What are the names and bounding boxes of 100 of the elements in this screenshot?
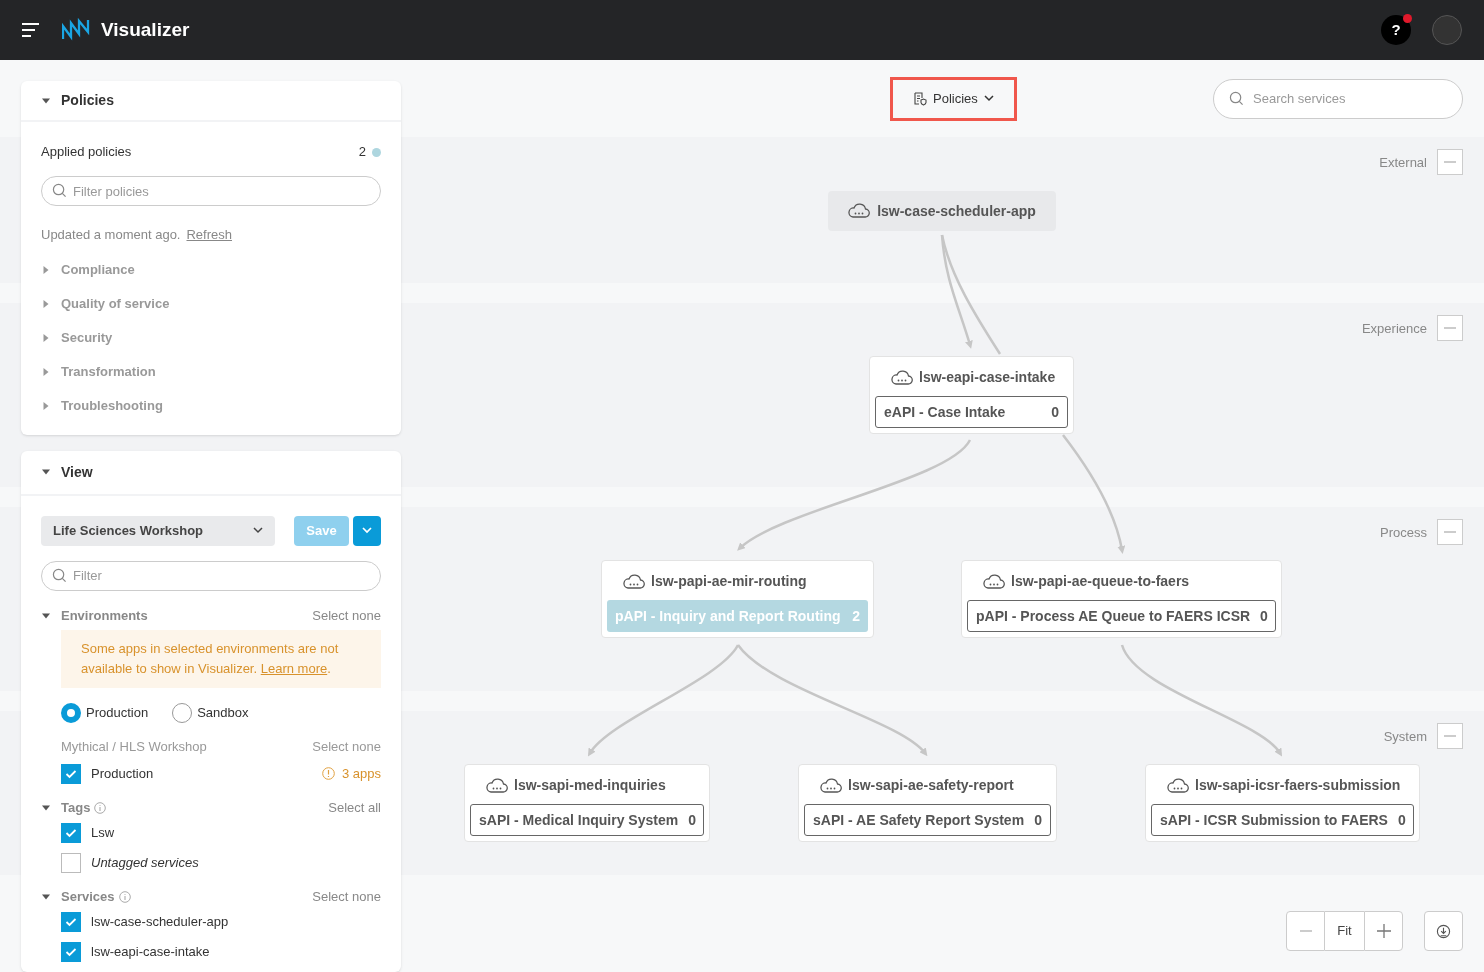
group-title: Mythical / HLS Workshop bbox=[61, 737, 207, 756]
chevron-down-icon bbox=[253, 527, 263, 534]
checkbox-label[interactable]: lsw-case-scheduler-app bbox=[91, 911, 229, 932]
collapse-button[interactable] bbox=[1437, 149, 1463, 175]
zoom-out-button[interactable] bbox=[1286, 911, 1325, 951]
checkbox[interactable] bbox=[61, 941, 81, 962]
checkbox[interactable] bbox=[61, 911, 81, 932]
lane-label: Experience bbox=[1361, 320, 1427, 338]
checkbox[interactable] bbox=[61, 822, 81, 843]
check-icon bbox=[65, 768, 77, 779]
applied-policies-label: Applied policies bbox=[41, 143, 132, 162]
policy-count: 0 bbox=[1051, 402, 1059, 422]
service-node[interactable]: lsw-sapi-icsr-faers-submission sAPI - ICSR Submission to FAERS 0 bbox=[1145, 764, 1420, 842]
policy-count: 0 bbox=[1397, 810, 1406, 830]
service-node[interactable]: lsw-sapi-ae-safety-report sAPI - AE Safety Report System 0 bbox=[798, 764, 1057, 842]
zoom-in-button[interactable] bbox=[1364, 911, 1403, 951]
node-title: lsw-papi-ae-mir-routing bbox=[651, 572, 807, 591]
checkbox[interactable] bbox=[61, 852, 81, 873]
avatar[interactable] bbox=[1432, 15, 1462, 45]
caret-down-icon[interactable] bbox=[41, 467, 51, 477]
api-item[interactable]: pAPI - Process AE Queue to FAERS ICSR 0 bbox=[967, 600, 1276, 632]
api-label: sAPI - Medical Inquiry System bbox=[479, 810, 679, 830]
refresh-link[interactable]: Refresh bbox=[186, 225, 232, 245]
checkbox-label[interactable]: Lsw bbox=[91, 822, 115, 843]
panel-title[interactable]: View bbox=[61, 461, 93, 483]
section-title[interactable]: Services bbox=[61, 886, 115, 907]
checkbox-label[interactable]: lsw-eapi-case-intake bbox=[91, 941, 210, 962]
policy-count: 2 bbox=[852, 606, 860, 626]
chevron-down-icon bbox=[983, 95, 994, 102]
cloud-icon bbox=[623, 573, 645, 590]
radio-button[interactable] bbox=[61, 702, 81, 723]
menu-icon[interactable] bbox=[22, 22, 40, 38]
node-title: lsw-case-scheduler-app bbox=[877, 201, 1036, 221]
select-link[interactable]: Select all bbox=[328, 797, 381, 818]
app-node[interactable]: lsw-case-scheduler-app bbox=[828, 191, 1056, 231]
save-options-button[interactable] bbox=[353, 515, 381, 546]
radio-label[interactable]: Sandbox bbox=[197, 702, 249, 723]
info-icon bbox=[118, 890, 131, 903]
minus-icon bbox=[1444, 735, 1456, 737]
app-title: Visualizer bbox=[101, 17, 190, 42]
cloud-icon bbox=[1167, 777, 1189, 794]
node-title: lsw-sapi-ae-safety-report bbox=[848, 776, 1014, 795]
check-icon bbox=[65, 827, 77, 838]
service-node[interactable]: lsw-sapi-med-inquiries sAPI - Medical Inquiry System 0 bbox=[464, 764, 710, 842]
checkbox[interactable] bbox=[61, 763, 81, 784]
api-item[interactable]: sAPI - ICSR Submission to FAERS 0 bbox=[1151, 804, 1414, 836]
section-title[interactable]: Tags bbox=[61, 797, 91, 818]
policy-count: 0 bbox=[688, 810, 696, 830]
document-shield-icon bbox=[913, 91, 927, 106]
caret-right-icon[interactable] bbox=[41, 366, 51, 377]
minus-icon bbox=[1444, 327, 1456, 329]
cloud-icon bbox=[486, 777, 508, 794]
cloud-icon bbox=[820, 777, 842, 794]
caret-right-icon[interactable] bbox=[41, 264, 51, 275]
section-title[interactable]: Environments bbox=[61, 605, 148, 626]
policies-dropdown-button[interactable]: Policies bbox=[890, 76, 1017, 121]
api-label: sAPI - AE Safety Report System bbox=[813, 810, 1025, 830]
checkbox-label[interactable]: Production bbox=[91, 763, 154, 784]
filter-field[interactable]: Filter bbox=[41, 560, 381, 591]
service-node[interactable]: lsw-papi-ae-mir-routing pAPI - Inquiry and Report Routing 2 bbox=[601, 560, 874, 638]
node-title: lsw-papi-ae-queue-to-faers bbox=[1011, 572, 1190, 591]
check-icon bbox=[65, 916, 77, 927]
collapse-button[interactable] bbox=[1437, 315, 1463, 341]
minus-icon bbox=[1444, 531, 1456, 533]
select-link[interactable]: Select none bbox=[312, 886, 381, 907]
api-item[interactable]: eAPI - Case Intake 0 bbox=[875, 396, 1068, 428]
filter-field[interactable]: Filter policies bbox=[41, 176, 381, 206]
collapse-button[interactable] bbox=[1437, 519, 1463, 545]
fit-button[interactable]: Fit bbox=[1325, 911, 1364, 951]
radio-button[interactable] bbox=[172, 702, 193, 723]
updated-text: Updated a moment ago. bbox=[41, 226, 181, 244]
service-node[interactable]: lsw-papi-ae-queue-to-faers pAPI - Process AE Queue to FAERS ICSR 0 bbox=[961, 560, 1282, 638]
node-title: lsw-eapi-case-intake bbox=[919, 368, 1056, 387]
api-label: pAPI - Process AE Queue to FAERS ICSR bbox=[976, 606, 1251, 626]
api-item[interactable]: sAPI - AE Safety Report System 0 bbox=[804, 804, 1051, 836]
checkbox-label[interactable]: Untagged services bbox=[91, 852, 199, 873]
chevron-down-icon bbox=[362, 527, 372, 534]
download-button[interactable] bbox=[1424, 911, 1463, 951]
api-label: sAPI - ICSR Submission to FAERS bbox=[1160, 810, 1388, 830]
logo-icon bbox=[62, 18, 90, 42]
select-link[interactable]: Select none bbox=[312, 605, 381, 626]
service-node[interactable]: lsw-eapi-case-intake eAPI - Case Intake 0 bbox=[869, 356, 1074, 434]
radio-label[interactable]: Production bbox=[86, 702, 149, 723]
policy-count: 0 bbox=[1260, 606, 1268, 626]
caret-right-icon[interactable] bbox=[41, 298, 51, 309]
api-label: eAPI - Case Intake bbox=[884, 402, 1006, 422]
caret-right-icon[interactable] bbox=[41, 332, 51, 343]
cloud-icon bbox=[983, 573, 1005, 590]
collapse-button[interactable] bbox=[1437, 723, 1463, 749]
view-select[interactable]: Life Sciences Workshop bbox=[41, 515, 275, 546]
warning-icon bbox=[321, 767, 335, 780]
help-button[interactable]: ? bbox=[1381, 15, 1411, 45]
caret-right-icon[interactable] bbox=[41, 400, 51, 411]
panel-title[interactable]: Policies bbox=[61, 90, 114, 111]
api-label: pAPI - Inquiry and Report Routing bbox=[615, 606, 841, 626]
api-item[interactable]: sAPI - Medical Inquiry System 0 bbox=[470, 804, 704, 836]
lane-label: Process bbox=[1380, 524, 1427, 542]
search-field[interactable]: Search services bbox=[1213, 78, 1463, 119]
search-icon bbox=[52, 183, 67, 198]
cloud-icon bbox=[891, 369, 913, 386]
